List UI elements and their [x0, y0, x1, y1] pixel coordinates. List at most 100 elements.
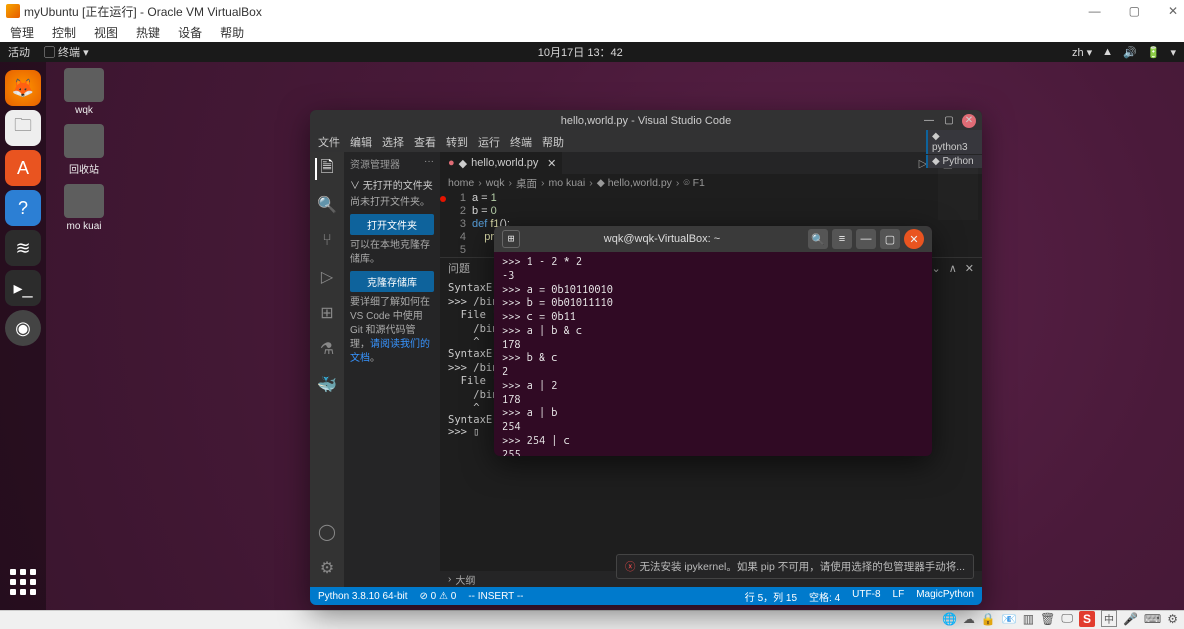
menu-hotkeys[interactable]: 热键	[136, 24, 160, 41]
explorer-more[interactable]: ···	[424, 156, 434, 171]
account-icon[interactable]: ◯	[316, 521, 338, 543]
minimize-button[interactable]: —	[1089, 4, 1101, 18]
open-folder-button[interactable]: 打开文件夹	[350, 214, 434, 235]
tray-icon[interactable]: ☁	[963, 612, 975, 626]
indentation[interactable]: 空格: 4	[809, 589, 840, 604]
vsc-menu-run[interactable]: 运行	[478, 134, 500, 150]
desktop-folder-wqk[interactable]: wqk	[56, 68, 112, 116]
system-menu-chevron[interactable]: ▾	[1170, 46, 1176, 59]
search-icon[interactable]: 🔍	[316, 194, 338, 216]
git-docs-msg: 要详细了解如何在 VS Code 中使用 Git 和源代码管理，请阅读我们的文档…	[350, 296, 434, 366]
tray-icon[interactable]: 📧	[1002, 612, 1017, 626]
input-language[interactable]: zh ▾	[1072, 46, 1092, 59]
tray-icon[interactable]: 🖵	[1061, 611, 1073, 626]
terminal-python[interactable]: ◆ Python	[926, 155, 982, 168]
terminal-maximize[interactable]: ▢	[880, 229, 900, 249]
dock-vscode[interactable]: ≋	[5, 230, 41, 266]
ime-lang-cn[interactable]: 中	[1101, 610, 1117, 627]
gnome-top-panel: 活动 ▢ 终端 ▾ 10月17日 13：42 zh ▾ ▲ 🔊 🔋 ▾	[0, 42, 1184, 62]
terminal-search-button[interactable]: 🔍	[808, 229, 828, 249]
terminal-menu-button[interactable]: ≡	[832, 229, 852, 249]
vscode-maximize[interactable]: ▢	[942, 114, 956, 128]
desktop-icons: wqk 回收站 mo kuai	[56, 68, 112, 232]
new-tab-button[interactable]: ⊞	[502, 230, 520, 248]
panel-down-icon[interactable]: ⌄	[932, 262, 941, 275]
vscode-titlebar[interactable]: hello,world.py - Visual Studio Code — ▢ …	[310, 110, 982, 132]
panel-close-icon[interactable]: ✕	[965, 262, 974, 275]
battery-icon[interactable]: 🔋	[1147, 46, 1161, 59]
terminal-minimize[interactable]: —	[856, 229, 876, 249]
maximize-button[interactable]: ▢	[1129, 4, 1140, 18]
desktop-trash[interactable]: 回收站	[56, 124, 112, 176]
eol[interactable]: LF	[893, 589, 905, 604]
terminal-python3[interactable]: ◆ python3	[926, 130, 982, 154]
tray-icon[interactable]: 🌐	[942, 612, 957, 626]
tray-extra-icon[interactable]: ⌨	[1144, 612, 1161, 626]
source-control-icon[interactable]: ⑂	[316, 230, 338, 252]
breakpoint-icon[interactable]	[440, 196, 446, 202]
editor-tab-hello[interactable]: ● ◆ hello,world.py ✕	[440, 152, 562, 174]
explorer-icon[interactable]: 🗎	[315, 158, 337, 180]
problems-tab[interactable]: 问题	[448, 260, 470, 276]
vscode-statusbar: Python 3.8.10 64-bit ⊘ 0 ⚠ 0 -- INSERT -…	[310, 587, 982, 605]
encoding[interactable]: UTF-8	[852, 589, 880, 604]
vsc-menu-terminal[interactable]: 终端	[510, 134, 532, 150]
tray-icon[interactable]: 🔒	[981, 612, 996, 626]
menu-manage[interactable]: 管理	[10, 24, 34, 41]
breadcrumb[interactable]: home › wqk › 桌面 › mo kuai › ◆ hello,worl…	[440, 174, 982, 192]
dock-disc[interactable]: ◉	[5, 310, 41, 346]
vscode-explorer-sidebar: 资源管理器 ··· ∨ 无打开的文件夹 尚未打开文件夹。 打开文件夹 可以在本地…	[344, 152, 440, 587]
tray-extra-icon[interactable]: ⚙	[1167, 612, 1178, 626]
vsc-menu-file[interactable]: 文件	[318, 134, 340, 150]
network-icon[interactable]: ▲	[1102, 46, 1113, 58]
terminal-titlebar[interactable]: ⊞ wqk@wqk-VirtualBox: ~ 🔍 ≡ — ▢ ✕	[494, 226, 932, 252]
terminal-body[interactable]: >>> 1 - 2 * 2 -3 >>> a = 0b10110010 >>> …	[494, 252, 932, 456]
settings-icon[interactable]: ⚙	[316, 557, 338, 579]
vscode-minimize[interactable]: —	[922, 114, 936, 128]
desktop-folder-mokuai[interactable]: mo kuai	[56, 184, 112, 232]
virtualbox-titlebar: myUbuntu [正在运行] - Oracle VM VirtualBox —…	[0, 0, 1184, 22]
panel-up-icon[interactable]: ∧	[949, 262, 957, 275]
menu-view[interactable]: 视图	[94, 24, 118, 41]
menu-help[interactable]: 帮助	[220, 24, 244, 41]
show-applications-button[interactable]	[5, 564, 41, 600]
tray-extra-icon[interactable]: 🎤	[1123, 612, 1138, 626]
minimap[interactable]	[938, 160, 978, 220]
extensions-icon[interactable]: ⊞	[316, 302, 338, 324]
dock-help[interactable]: ?	[5, 190, 41, 226]
dock-terminal[interactable]: ▸_	[5, 270, 41, 306]
close-button[interactable]: ✕	[1168, 4, 1178, 18]
language-mode[interactable]: MagicPython	[916, 589, 974, 604]
dock-firefox[interactable]: 🦊	[5, 70, 41, 106]
terminal-close[interactable]: ✕	[904, 229, 924, 249]
sogou-ime-icon[interactable]: S	[1079, 611, 1095, 627]
clock[interactable]: 10月17日 13：42	[538, 44, 623, 60]
dock-files[interactable]: 🗀	[5, 110, 41, 146]
menu-control[interactable]: 控制	[52, 24, 76, 41]
clone-repo-button[interactable]: 克隆存储库	[350, 271, 434, 292]
debug-icon[interactable]: ▷	[316, 266, 338, 288]
vsc-menu-view[interactable]: 查看	[414, 134, 436, 150]
vsc-menu-help[interactable]: 帮助	[542, 134, 564, 150]
dock-software[interactable]: A	[5, 150, 41, 186]
problems-count[interactable]: ⊘ 0 ⚠ 0	[420, 591, 457, 602]
cursor-position[interactable]: 行 5，列 15	[745, 589, 797, 604]
vsc-menu-goto[interactable]: 转到	[446, 134, 468, 150]
python-interpreter[interactable]: Python 3.8.10 64-bit	[318, 591, 408, 602]
virtualbox-menubar: 管理 控制 视图 热键 设备 帮助	[0, 22, 1184, 42]
active-app-menu[interactable]: ▢ 终端 ▾	[44, 44, 89, 60]
vsc-menu-select[interactable]: 选择	[382, 134, 404, 150]
testing-icon[interactable]: ⚗	[316, 338, 338, 360]
tab-close-icon[interactable]: ✕	[547, 157, 556, 170]
volume-icon[interactable]: 🔊	[1123, 46, 1137, 59]
vscode-close[interactable]: ✕	[962, 114, 976, 128]
activities-button[interactable]: 活动	[8, 44, 30, 60]
vsc-menu-edit[interactable]: 编辑	[350, 134, 372, 150]
no-open-folder-section[interactable]: ∨ 无打开的文件夹	[350, 177, 434, 192]
docker-icon[interactable]: 🐳	[316, 374, 338, 396]
tray-icon[interactable]: ▥	[1023, 612, 1034, 626]
notification-toast[interactable]: ⓧ 无法安装 ipykernel。如果 pip 不可用，请使用选择的包管理器手动…	[616, 554, 974, 579]
vscode-menubar: 文件 编辑 选择 查看 转到 运行 终端 帮助	[310, 132, 982, 152]
tray-icon[interactable]: 🗑	[1040, 612, 1055, 626]
menu-devices[interactable]: 设备	[178, 24, 202, 41]
